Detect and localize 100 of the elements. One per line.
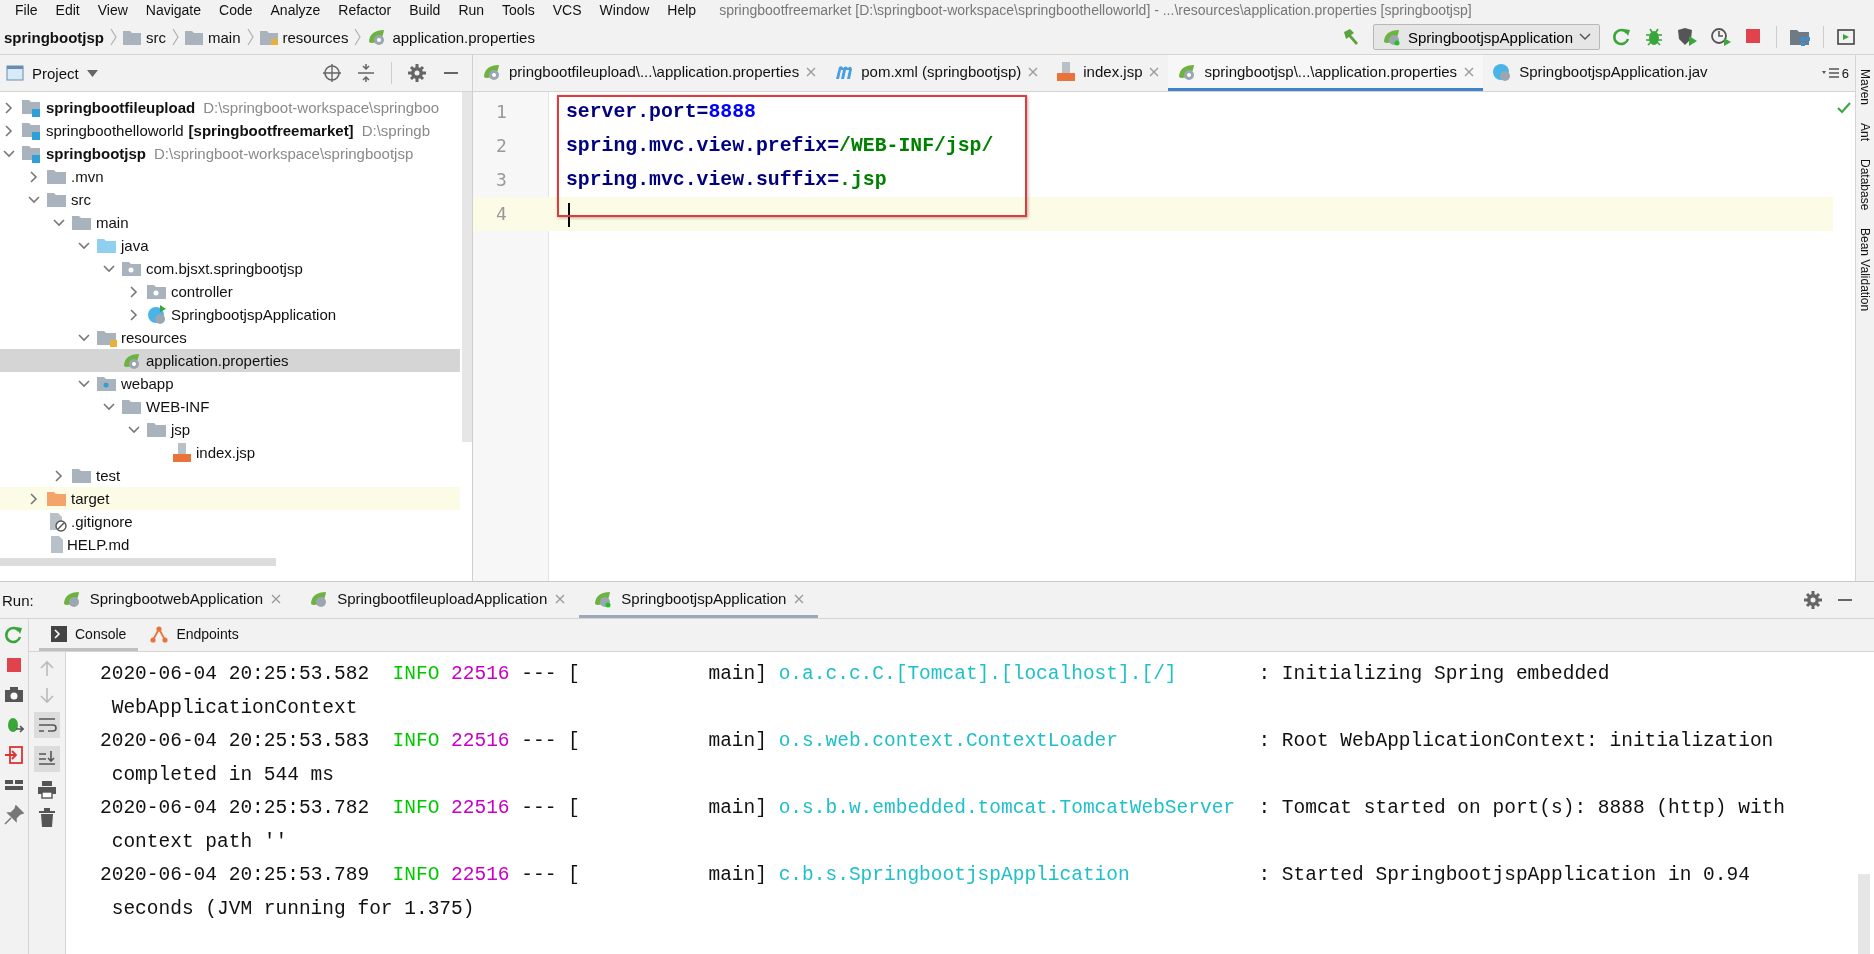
line-number: 3 xyxy=(495,168,508,192)
terminal-icon xyxy=(51,625,67,642)
tree-item[interactable]: SpringbootjspApplication xyxy=(0,303,460,326)
ignore-file-icon xyxy=(47,511,67,532)
editor-tab[interactable]: pom.xml (springbootjsp) xyxy=(825,55,1048,91)
tree-item[interactable]: springbootjsp D:\springboot-workspace\springbootjsp xyxy=(0,142,460,165)
settings-icon[interactable] xyxy=(1804,591,1822,609)
breadcrumb-item[interactable]: main xyxy=(185,28,241,46)
leaf-gear-icon xyxy=(1381,28,1402,46)
close-icon[interactable] xyxy=(1149,66,1160,77)
trash-icon[interactable] xyxy=(38,808,56,828)
tree-item[interactable]: springbootfileupload D:\springboot-workspace\springboo xyxy=(0,96,460,119)
tree-item[interactable]: .mvn xyxy=(0,165,460,188)
folder-grid-icon[interactable] xyxy=(1789,27,1811,47)
run-tab[interactable]: SpringbootjspApplication xyxy=(579,582,819,618)
run-tab[interactable]: SpringbootfileuploadApplication xyxy=(295,582,580,618)
menu-item[interactable]: Window xyxy=(590,2,659,18)
tree-item[interactable]: com.bjsxt.springbootjsp xyxy=(0,257,460,280)
breadcrumb-item[interactable]: springbootjsp xyxy=(4,28,104,46)
scrollbar[interactable] xyxy=(0,558,276,566)
print-icon[interactable] xyxy=(37,780,57,800)
exit-icon[interactable] xyxy=(4,745,24,765)
class-icon xyxy=(147,304,167,325)
scroll-to-end-icon[interactable] xyxy=(34,746,60,772)
editor-tab[interactable]: pringbootfileupload\...\application.properties xyxy=(473,55,826,91)
caret-icon xyxy=(1579,33,1591,41)
log-line: seconds (JVM running for 1.375) xyxy=(110,896,476,922)
editor-tab[interactable]: springbootjsp\...\application.properties xyxy=(1168,55,1484,91)
menu-item[interactable]: VCS xyxy=(543,2,591,18)
shield-play-icon[interactable] xyxy=(1676,27,1698,47)
module-folder-icon xyxy=(22,98,42,117)
editor-tab[interactable]: index.jsp xyxy=(1047,55,1169,91)
menu-item[interactable]: Run xyxy=(449,2,494,18)
clock-play-icon[interactable] xyxy=(1710,27,1732,47)
rerun-icon[interactable] xyxy=(1612,27,1632,47)
menu-item[interactable]: Build xyxy=(400,2,450,18)
tool-window-button[interactable]: Ant xyxy=(1858,123,1872,142)
run-config-dropdown[interactable]: SpringbootjspApplication xyxy=(1372,24,1600,50)
breadcrumb-item[interactable]: src xyxy=(123,28,166,46)
close-icon[interactable] xyxy=(271,593,282,604)
tree-item[interactable]: src xyxy=(0,188,460,211)
tree-item[interactable]: WEB-INF xyxy=(0,395,460,418)
menu-item[interactable]: Tools xyxy=(493,2,544,18)
tool-window-button[interactable]: Bean Validation xyxy=(1858,228,1872,312)
breadcrumb-item[interactable]: application.properties xyxy=(367,28,535,46)
menu-item[interactable]: Help xyxy=(658,2,706,18)
folder-icon xyxy=(47,167,67,186)
window-icon xyxy=(6,65,24,81)
tree-item[interactable]: webapp xyxy=(0,372,460,395)
folder-icon xyxy=(47,190,67,209)
tree-item[interactable]: index.jsp xyxy=(0,441,460,464)
tree-item[interactable]: java xyxy=(0,234,460,257)
close-icon[interactable] xyxy=(1464,66,1475,77)
close-icon[interactable] xyxy=(794,593,805,604)
breadcrumb-item[interactable]: resources xyxy=(259,28,349,46)
menu-item[interactable]: Analyze xyxy=(261,2,330,18)
stop-icon[interactable] xyxy=(4,655,24,675)
tree-item[interactable]: application.properties xyxy=(0,349,460,372)
tree-item[interactable]: target xyxy=(0,487,460,510)
crosshair-icon[interactable] xyxy=(323,64,341,82)
editor-tab[interactable]: SpringbootjspApplication.jav xyxy=(1483,55,1717,91)
run-label: Run: xyxy=(1,591,35,609)
tab-overflow-button[interactable]: 6 xyxy=(1815,55,1855,91)
tree-item[interactable]: .gitignore xyxy=(0,510,460,533)
log-line: 2020-06-04 20:25:53.789 INFO 22516 --- [ main] c.b.s.SpringbootjspApplication : Started SpringbootjspApplication in 0.94 xyxy=(100,863,1751,888)
menu-item[interactable]: Code xyxy=(210,2,262,18)
leaf-gear-icon xyxy=(61,589,82,608)
settings-icon[interactable] xyxy=(408,64,426,82)
tree-item[interactable]: main xyxy=(0,211,460,234)
menu-item[interactable]: Navigate xyxy=(136,2,211,18)
tree-item[interactable]: resources xyxy=(0,326,460,349)
run-tab[interactable]: SpringbootwebApplication xyxy=(47,582,296,618)
tool-window-button[interactable]: Database xyxy=(1858,159,1872,211)
close-icon[interactable] xyxy=(1028,66,1039,77)
scrollbar[interactable] xyxy=(1858,874,1870,954)
bug-icon[interactable] xyxy=(1644,27,1664,47)
code-line: server.port=8888 xyxy=(565,100,757,125)
tree-item[interactable]: jsp xyxy=(0,418,460,441)
soft-wrap-icon[interactable] xyxy=(34,712,60,738)
run-window-icon[interactable] xyxy=(1836,27,1856,47)
menu-item[interactable]: File xyxy=(6,2,47,18)
folder-icon xyxy=(97,374,117,393)
tree-item[interactable]: test xyxy=(0,464,460,487)
rerun-icon[interactable] xyxy=(4,625,24,645)
pin-icon[interactable] xyxy=(4,805,24,825)
collapse-icon[interactable] xyxy=(357,64,375,82)
camera-icon[interactable] xyxy=(4,685,24,705)
project-view-dropdown[interactable]: Project xyxy=(6,64,98,82)
menu-item[interactable]: Refactor xyxy=(329,2,401,18)
menu-item[interactable]: Edit xyxy=(46,2,89,18)
close-icon[interactable] xyxy=(555,593,566,604)
tree-item[interactable]: HELP.md xyxy=(0,533,460,556)
tree-item[interactable]: controller xyxy=(0,280,460,303)
tool-window-button[interactable]: Maven xyxy=(1858,69,1872,106)
console-tab[interactable]: Endpoints xyxy=(138,619,251,651)
log-line: 2020-06-04 20:25:53.782 INFO 22516 --- [ main] o.s.b.w.embedded.tomcat.TomcatWebServer : Tomcat started on port(s): 8888 (http) with xyxy=(100,796,1786,821)
close-icon[interactable] xyxy=(806,66,817,77)
menu-item[interactable]: View xyxy=(88,2,137,18)
scrollbar[interactable] xyxy=(462,92,472,442)
tree-item[interactable]: springboothelloworld [springbootfreemarket] D:\springb xyxy=(0,119,460,142)
